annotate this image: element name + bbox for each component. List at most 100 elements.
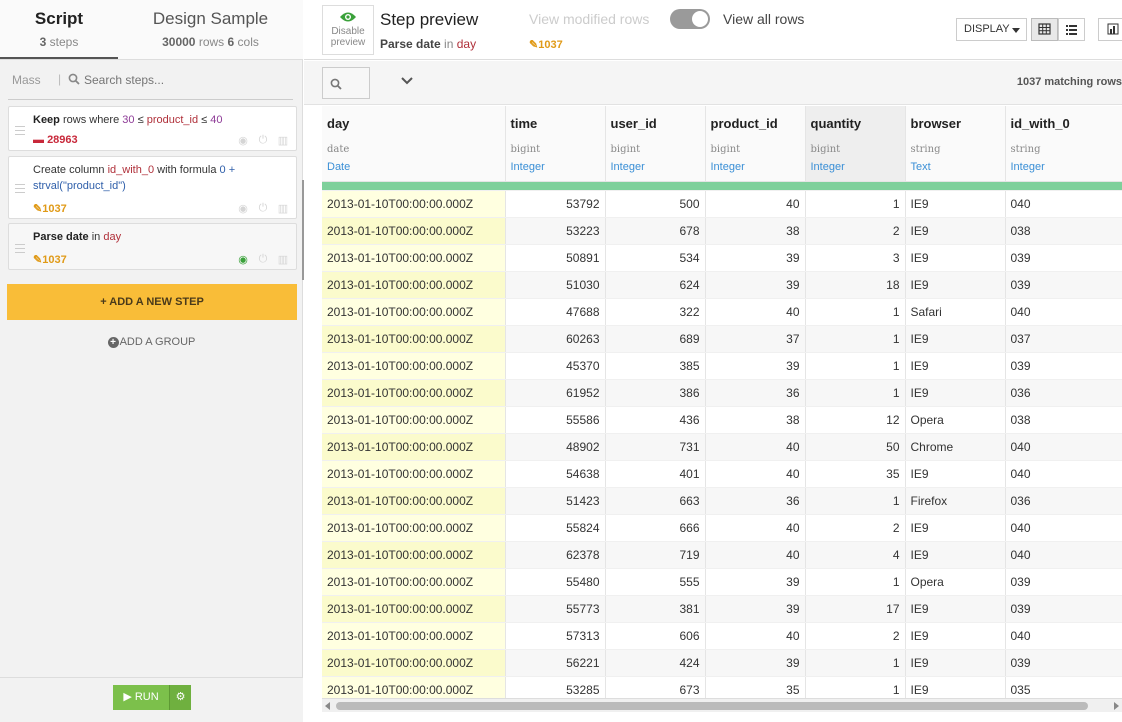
table-cell[interactable]: 040 [1005,298,1122,326]
table-cell[interactable]: 39 [705,649,806,677]
table-cell[interactable]: 386 [605,379,706,407]
table-cell[interactable]: IE9 [905,271,1006,299]
table-cell[interactable]: 45370 [505,352,606,380]
table-cell[interactable]: 1 [805,352,906,380]
eye-icon[interactable]: ◉ [236,253,250,266]
table-cell[interactable]: IE9 [905,217,1006,245]
table-cell[interactable]: IE9 [905,676,1006,698]
table-cell[interactable]: 037 [1005,325,1122,353]
table-cell[interactable]: 322 [605,298,706,326]
table-cell[interactable]: IE9 [905,379,1006,407]
display-dropdown[interactable]: DISPLAY [956,18,1027,41]
table-cell[interactable]: 60263 [505,325,606,353]
table-cell[interactable]: 39 [705,244,806,272]
table-cell[interactable]: 51030 [505,271,606,299]
table-cell[interactable]: 2013-01-10T00:00:00.000Z [322,433,506,461]
table-cell[interactable]: 2013-01-10T00:00:00.000Z [322,379,506,407]
table-cell[interactable]: 2013-01-10T00:00:00.000Z [322,568,506,596]
table-cell[interactable]: 40 [705,190,806,218]
table-cell[interactable]: 039 [1005,595,1122,623]
scroll-left-icon[interactable] [325,702,330,710]
table-cell[interactable]: IE9 [905,649,1006,677]
table-cell[interactable]: 12 [805,406,906,434]
drag-handle-icon[interactable] [15,244,25,256]
step-keep-rows[interactable]: Keep rows where 30 ≤ product_id ≤ 40 ▬ 2… [8,106,297,151]
table-cell[interactable]: 424 [605,649,706,677]
table-cell[interactable]: 2013-01-10T00:00:00.000Z [322,622,506,650]
table-cell[interactable]: Safari [905,298,1006,326]
table-row[interactable]: 2013-01-10T00:00:00.000Z 47688 322 40 1 Safar… [322,298,1122,326]
mass-action-link[interactable]: Mass [12,73,41,87]
step-create-column[interactable]: Create column id_with_0 with formula 0 +… [8,156,297,219]
table-cell[interactable]: 4 [805,541,906,569]
table-cell[interactable]: IE9 [905,460,1006,488]
table-cell[interactable]: 385 [605,352,706,380]
table-cell[interactable]: 2013-01-10T00:00:00.000Z [322,676,506,698]
table-cell[interactable]: 2 [805,217,906,245]
search-steps-input[interactable] [84,70,284,90]
table-cell[interactable]: 040 [1005,190,1122,218]
chevron-down-icon[interactable] [401,77,413,85]
table-cell[interactable]: 040 [1005,622,1122,650]
table-cell[interactable]: 040 [1005,433,1122,461]
table-cell[interactable]: Chrome [905,433,1006,461]
table-cell[interactable]: 35 [805,460,906,488]
table-cell[interactable]: 038 [1005,406,1122,434]
table-cell[interactable]: 35 [705,676,806,698]
table-cell[interactable]: 53223 [505,217,606,245]
table-cell[interactable]: 040 [1005,514,1122,542]
table-cell[interactable]: 2013-01-10T00:00:00.000Z [322,541,506,569]
table-cell[interactable]: 2013-01-10T00:00:00.000Z [322,460,506,488]
table-cell[interactable]: 40 [705,433,806,461]
table-cell[interactable]: 2013-01-10T00:00:00.000Z [322,487,506,515]
table-cell[interactable]: 40 [705,298,806,326]
table-cell[interactable]: 61952 [505,379,606,407]
table-cell[interactable]: 1 [805,298,906,326]
table-cell[interactable]: Opera [905,568,1006,596]
table-cell[interactable]: 1 [805,487,906,515]
table-row[interactable]: 2013-01-10T00:00:00.000Z 53285 673 35 1 IE9 03… [322,676,1122,698]
column-header[interactable]: browser string Text [905,106,1006,182]
table-cell[interactable]: 1 [805,676,906,698]
table-row[interactable]: 2013-01-10T00:00:00.000Z 55773 381 39 17 IE9 0… [322,595,1122,623]
column-header[interactable]: day date Date [322,106,506,182]
scroll-right-icon[interactable] [1114,702,1119,710]
table-cell[interactable]: 47688 [505,298,606,326]
table-cell[interactable]: 3 [805,244,906,272]
table-cell[interactable]: 2013-01-10T00:00:00.000Z [322,271,506,299]
table-cell[interactable]: 55480 [505,568,606,596]
table-row[interactable]: 2013-01-10T00:00:00.000Z 56221 424 39 1 IE9 03… [322,649,1122,677]
power-icon[interactable]: ⏻ [256,134,270,147]
table-cell[interactable]: 040 [1005,460,1122,488]
column-meaning[interactable]: Integer [511,161,600,173]
table-cell[interactable]: 37 [705,325,806,353]
table-cell[interactable]: 48902 [505,433,606,461]
table-row[interactable]: 2013-01-10T00:00:00.000Z 53223 678 38 2 IE9 03… [322,217,1122,245]
disable-preview-button[interactable]: Disable preview [322,5,374,55]
table-cell[interactable]: 40 [705,460,806,488]
table-cell[interactable]: 40 [705,622,806,650]
trash-icon[interactable]: ▥ [276,202,290,215]
table-row[interactable]: 2013-01-10T00:00:00.000Z 62378 719 40 4 IE9 04… [322,541,1122,569]
table-cell[interactable]: IE9 [905,325,1006,353]
step-parse-date[interactable]: Parse date in day ✎1037 ◉ ⏻ ▥ [8,223,297,270]
table-cell[interactable]: Opera [905,406,1006,434]
table-cell[interactable]: 56221 [505,649,606,677]
table-cell[interactable]: 55773 [505,595,606,623]
table-cell[interactable]: 1 [805,379,906,407]
chart-view-button[interactable] [1098,18,1122,41]
table-cell[interactable]: 39 [705,595,806,623]
table-row[interactable]: 2013-01-10T00:00:00.000Z 61952 386 36 1 IE9 03… [322,379,1122,407]
drag-handle-icon[interactable] [15,126,25,138]
column-header[interactable]: time bigint Integer [505,106,606,182]
table-row[interactable]: 2013-01-10T00:00:00.000Z 53792 500 40 1 IE9 04… [322,190,1122,218]
table-cell[interactable]: 624 [605,271,706,299]
horizontal-scrollbar[interactable] [322,698,1122,712]
table-cell[interactable]: 534 [605,244,706,272]
table-cell[interactable]: 2 [805,622,906,650]
table-cell[interactable]: 38 [705,217,806,245]
table-row[interactable]: 2013-01-10T00:00:00.000Z 50891 534 39 3 IE9 03… [322,244,1122,272]
table-cell[interactable]: 2013-01-10T00:00:00.000Z [322,595,506,623]
table-cell[interactable]: 039 [1005,244,1122,272]
table-cell[interactable]: 38 [705,406,806,434]
